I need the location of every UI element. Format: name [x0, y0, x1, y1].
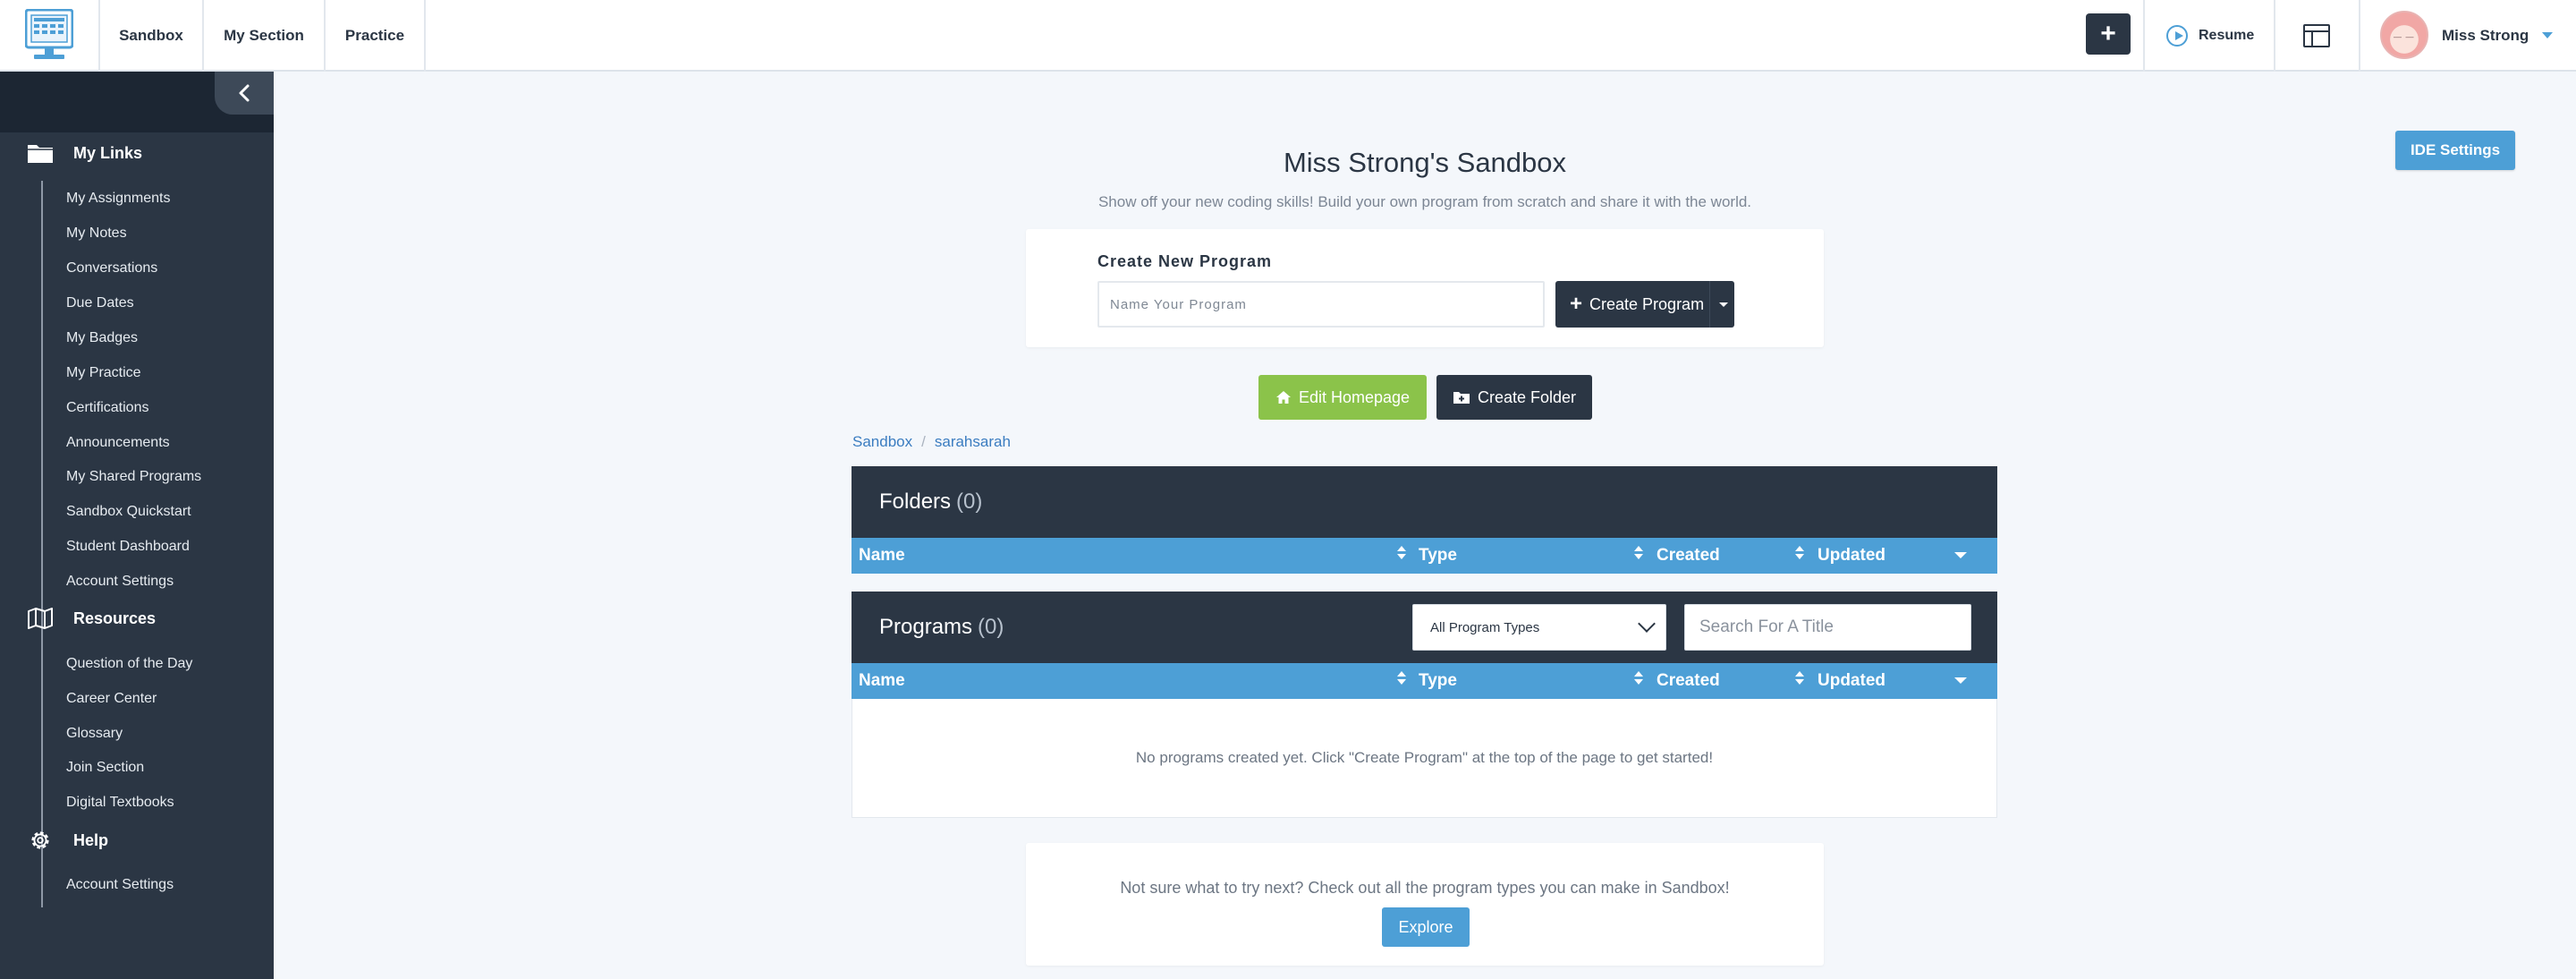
add-button[interactable]: + [2086, 13, 2131, 55]
avatar[interactable] [2380, 11, 2428, 59]
home-icon [1275, 391, 1291, 404]
folder-icon [25, 140, 55, 166]
column-type[interactable]: Type [1419, 663, 1457, 699]
program-name-input[interactable] [1097, 281, 1545, 328]
nav-divider [2143, 0, 2145, 72]
column-name[interactable]: Name [859, 663, 905, 699]
sidebar-section-help[interactable]: Help [0, 826, 108, 855]
sidebar-section-title: Help [73, 830, 109, 849]
sidebar-tree-line [41, 181, 43, 668]
sidebar-item-student-dashboard[interactable]: Student Dashboard [66, 538, 190, 556]
sidebar-item-my-assignments[interactable]: My Assignments [66, 190, 170, 208]
folder-plus-icon [1453, 392, 1470, 404]
sort-icon[interactable] [1634, 546, 1643, 564]
program-type-value: All Program Types [1430, 619, 1540, 635]
sidebar-item-my-practice[interactable]: My Practice [66, 364, 141, 382]
edit-homepage-button[interactable]: Edit Homepage [1258, 375, 1427, 420]
create-program-card: Create New Program + Create Program [1026, 229, 1824, 347]
caret-down-icon[interactable] [1954, 677, 1967, 684]
button-divider [1709, 281, 1710, 328]
program-type-select[interactable]: All Program Types [1412, 604, 1666, 651]
sidebar-item-career-center[interactable]: Career Center [66, 690, 157, 708]
user-name[interactable]: Miss Strong [2442, 0, 2529, 72]
sidebar-item-due-dates[interactable]: Due Dates [66, 294, 134, 312]
explore-button[interactable]: Explore [1382, 907, 1470, 947]
sort-icon[interactable] [1397, 671, 1406, 689]
create-folder-label: Create Folder [1477, 387, 1577, 406]
sidebar-section-resources[interactable]: Resources [0, 605, 156, 632]
sidebar: My Links My Assignments My Notes Convers… [0, 72, 274, 979]
caret-down-icon[interactable] [1719, 302, 1728, 307]
map-icon [25, 605, 55, 632]
nav-tab-sandbox[interactable]: Sandbox [98, 0, 202, 72]
sidebar-item-certifications[interactable]: Certifications [66, 399, 148, 417]
programs-title: Programs [879, 615, 973, 639]
nav-divider [2359, 0, 2360, 72]
play-circle-icon [2166, 25, 2188, 47]
sidebar-item-sandbox-quickstart[interactable]: Sandbox Quickstart [66, 503, 191, 521]
plus-icon: + [1570, 292, 1583, 316]
resume-button[interactable]: Resume [2166, 0, 2254, 72]
page-title: Miss Strong's Sandbox [1283, 147, 1567, 178]
sidebar-item-question-of-the-day[interactable]: Question of the Day [66, 655, 192, 673]
sort-icon[interactable] [1795, 546, 1804, 564]
resume-label: Resume [2199, 28, 2255, 43]
window-layout-icon[interactable] [2303, 24, 2330, 47]
sidebar-item-join-section[interactable]: Join Section [66, 759, 144, 777]
sidebar-item-conversations[interactable]: Conversations [66, 260, 157, 277]
column-updated[interactable]: Updated [1818, 538, 1885, 574]
column-created[interactable]: Created [1657, 663, 1720, 699]
column-created[interactable]: Created [1657, 538, 1720, 574]
page-subtitle: Show off your new coding skills! Build y… [1097, 193, 1752, 210]
top-navbar: Sandbox My Section Practice + Resume Mis… [0, 0, 2576, 72]
explore-card: Not sure what to try next? Check out all… [1026, 843, 1824, 966]
breadcrumb: Sandbox / sarahsarah [852, 433, 1011, 450]
create-program-label: Create New Program [1097, 252, 1273, 270]
folders-count: (0) [956, 490, 983, 514]
create-folder-button[interactable]: Create Folder [1436, 375, 1592, 420]
folders-title: Folders [879, 490, 952, 514]
nav-tab-practice[interactable]: Practice [324, 0, 426, 72]
programs-count: (0) [978, 615, 1004, 639]
sidebar-item-digital-textbooks[interactable]: Digital Textbooks [66, 794, 174, 812]
sidebar-item-my-shared-programs[interactable]: My Shared Programs [66, 468, 201, 486]
logo-icon[interactable] [25, 9, 73, 61]
folders-column-header: Name Type Created Updated [852, 538, 1997, 574]
sidebar-item-glossary[interactable]: Glossary [66, 725, 123, 743]
sidebar-tree-line [41, 868, 43, 907]
chevron-left-icon [239, 84, 250, 102]
chevron-down-icon [1638, 615, 1656, 633]
nav-tab-my-section[interactable]: My Section [202, 0, 324, 72]
programs-column-header: Name Type Created Updated [852, 663, 1997, 699]
breadcrumb-sandbox[interactable]: Sandbox [852, 433, 912, 450]
edit-homepage-label: Edit Homepage [1298, 387, 1411, 406]
sidebar-item-account-settings[interactable]: Account Settings [66, 573, 174, 591]
folders-panel-header: Folders (0) [852, 466, 1997, 538]
nav-divider [2274, 0, 2275, 72]
programs-empty-state: No programs created yet. Click "Create P… [852, 699, 1997, 818]
sidebar-item-announcements[interactable]: Announcements [66, 434, 170, 452]
collapse-sidebar-button[interactable] [215, 72, 274, 115]
sidebar-item-my-notes[interactable]: My Notes [66, 225, 127, 243]
explore-text: Not sure what to try next? Check out all… [1120, 879, 1730, 897]
sidebar-item-help-account-settings[interactable]: Account Settings [66, 876, 174, 894]
sidebar-section-my-links[interactable]: My Links [0, 140, 142, 166]
sort-icon[interactable] [1795, 671, 1804, 689]
sort-icon[interactable] [1397, 546, 1406, 564]
column-name[interactable]: Name [859, 538, 905, 574]
gear-icon [25, 827, 55, 854]
caret-down-icon[interactable] [1954, 552, 1967, 558]
breadcrumb-current[interactable]: sarahsarah [935, 433, 1011, 450]
search-title-input[interactable] [1684, 604, 1971, 651]
ide-settings-button[interactable]: IDE Settings [2395, 131, 2515, 170]
column-type[interactable]: Type [1419, 538, 1457, 574]
create-program-button[interactable]: + Create Program [1555, 281, 1734, 328]
sort-icon[interactable] [1634, 671, 1643, 689]
column-updated[interactable]: Updated [1818, 663, 1885, 699]
chevron-down-icon[interactable] [2542, 32, 2553, 38]
sidebar-section-title: Resources [73, 609, 157, 627]
sidebar-item-my-badges[interactable]: My Badges [66, 329, 138, 347]
create-program-label: Create Program [1589, 294, 1705, 313]
sidebar-section-title: My Links [73, 143, 143, 162]
